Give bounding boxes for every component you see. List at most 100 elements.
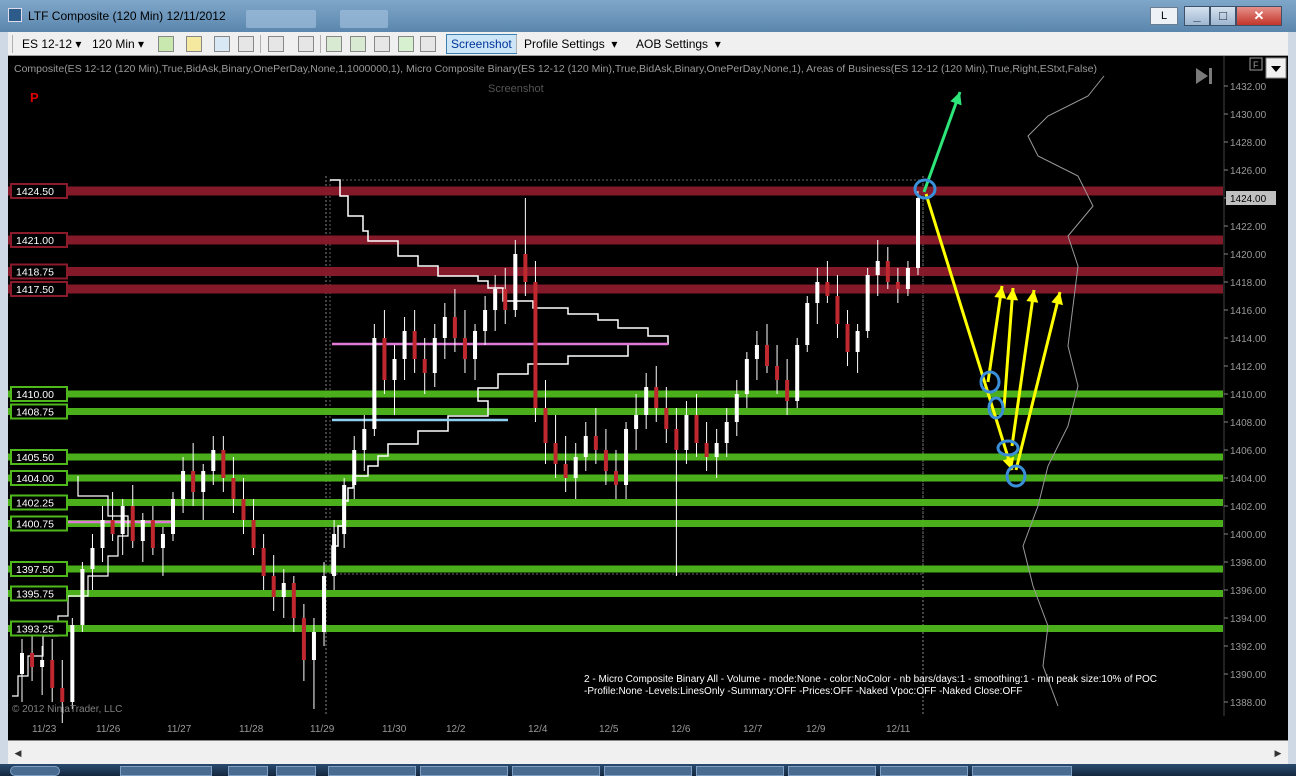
support-band	[8, 590, 1223, 597]
bar-style-icon[interactable]	[158, 36, 174, 52]
time-axis: 11/23 11/26 11/27 11/28 11/29 11/30 12/2 12/4 12…	[32, 724, 911, 735]
p-marker[interactable]: P	[30, 90, 39, 105]
price-tick-label: 1422.00	[1230, 222, 1267, 233]
instrument-selector[interactable]: ES 12-12 ▾	[22, 36, 81, 52]
interval-selector[interactable]: 120 Min ▾	[92, 36, 144, 52]
candle-body	[372, 338, 377, 429]
candle-body	[241, 499, 246, 520]
level-labels: 1424.50 1421.00 1418.75 1417.50 1410.00 1408.…	[10, 183, 68, 637]
taskbar-item[interactable]	[604, 766, 692, 776]
start-button[interactable]	[10, 766, 60, 776]
price-tick-label: 1390.00	[1230, 670, 1267, 681]
chevron-down-icon: ▾	[138, 37, 145, 51]
candle-body	[734, 394, 739, 422]
price-tick-label: 1426.00	[1230, 166, 1267, 177]
price-tick-label: 1412.00	[1230, 362, 1267, 373]
resistance-label: 1417.50	[16, 284, 54, 296]
price-tick-label: 1400.00	[1230, 530, 1267, 541]
taskbar-item[interactable]	[420, 766, 508, 776]
yellow-up-arrow	[1002, 287, 1015, 409]
candle-body	[402, 331, 407, 359]
indicators-icon[interactable]	[350, 36, 366, 52]
cursor-icon[interactable]	[268, 36, 284, 52]
candle-body	[231, 478, 236, 499]
candle-body	[462, 338, 467, 359]
time-tick-label: 11/28	[239, 724, 264, 735]
workspace-button[interactable]: L	[1150, 7, 1178, 25]
taskbar-item[interactable]	[228, 766, 268, 776]
candle-body	[795, 345, 800, 401]
chevron-down-icon: ▾	[611, 37, 618, 51]
maximize-button[interactable]: □	[1210, 6, 1236, 26]
taskbar-item[interactable]	[512, 766, 600, 776]
resistance-band	[8, 186, 1223, 196]
profile-settings-menu[interactable]: Profile Settings ▾	[524, 36, 617, 52]
candle-body	[654, 387, 659, 408]
chart-properties-icon[interactable]	[326, 36, 342, 52]
taskbar-item[interactable]	[328, 766, 416, 776]
candle-body	[100, 520, 105, 548]
level-bands	[8, 186, 1223, 632]
support-band	[8, 625, 1223, 632]
price-tick-label: 1406.00	[1230, 446, 1267, 457]
close-button[interactable]: ✕	[1236, 6, 1282, 26]
candle-body	[392, 359, 397, 380]
support-label: 1402.25	[16, 498, 54, 510]
price-chart[interactable]: 1424.50 1421.00 1418.75 1417.50 1410.00 1408.…	[8, 56, 1288, 740]
candle-body	[704, 443, 709, 457]
support-label: 1393.25	[16, 624, 54, 636]
candle-body	[211, 450, 216, 471]
resistance-band	[8, 284, 1223, 294]
up-arrow	[922, 91, 962, 193]
yellow-up-arrow	[986, 285, 1004, 383]
candle-body	[885, 261, 890, 282]
chart-panel[interactable]: 1424.50 1421.00 1418.75 1417.50 1410.00 1408.…	[8, 56, 1288, 740]
candle-body	[855, 331, 860, 352]
scroll-right-arrow[interactable]: ▶	[1270, 745, 1286, 761]
support-label: 1410.00	[16, 389, 54, 401]
dollar-icon[interactable]	[398, 36, 414, 52]
time-tick-label: 11/26	[96, 724, 121, 735]
price-tick-label: 1408.00	[1230, 418, 1267, 429]
candle-body	[412, 331, 417, 359]
taskbar-item[interactable]	[120, 766, 212, 776]
pencil-icon[interactable]	[186, 36, 202, 52]
minimize-button[interactable]: _	[1184, 6, 1210, 26]
candle-body	[90, 548, 95, 569]
taskbar-item[interactable]	[880, 766, 968, 776]
candle-body	[744, 359, 749, 394]
taskbar-item[interactable]	[276, 766, 316, 776]
candle-body	[181, 471, 186, 499]
taskbar-item[interactable]	[788, 766, 876, 776]
scroll-left-arrow[interactable]: ◀	[10, 745, 26, 761]
support-band	[8, 390, 1223, 398]
taskbar-item[interactable]	[972, 766, 1072, 776]
price-tick-label: 1396.00	[1230, 586, 1267, 597]
screenshot-button[interactable]: Screenshot	[446, 34, 517, 54]
candle-body	[573, 457, 578, 478]
zoom-icon[interactable]	[298, 36, 314, 52]
candle-body	[473, 331, 478, 359]
candle-body	[916, 198, 920, 268]
scroll-end-icon[interactable]	[1196, 68, 1212, 84]
candle-body	[342, 485, 347, 534]
candle-body	[764, 345, 769, 366]
candle-body	[40, 660, 45, 667]
candle-body	[301, 618, 306, 660]
price-tick-label: 1392.00	[1230, 642, 1267, 653]
yellow-up-arrow-head	[1051, 292, 1063, 306]
pin-icon[interactable]	[238, 36, 254, 52]
resistance-label: 1418.75	[16, 267, 54, 279]
horizontal-scrollbar[interactable]: ◀ ▶	[8, 740, 1288, 764]
data-box-icon[interactable]	[420, 36, 436, 52]
strategies-icon[interactable]	[374, 36, 390, 52]
title-bar[interactable]: LTF Composite (120 Min) 12/11/2012 L _ □…	[0, 0, 1296, 32]
crosshair-icon[interactable]	[214, 36, 230, 52]
indicator-note-line1: 2 - Micro Composite Binary All - Volume …	[584, 674, 1157, 685]
candle-body	[422, 359, 427, 373]
support-label: 1395.75	[16, 589, 54, 601]
time-tick-label: 12/2	[446, 724, 466, 735]
taskbar-item[interactable]	[696, 766, 784, 776]
down-arrow	[924, 193, 1014, 471]
aob-settings-menu[interactable]: AOB Settings ▾	[636, 36, 721, 52]
